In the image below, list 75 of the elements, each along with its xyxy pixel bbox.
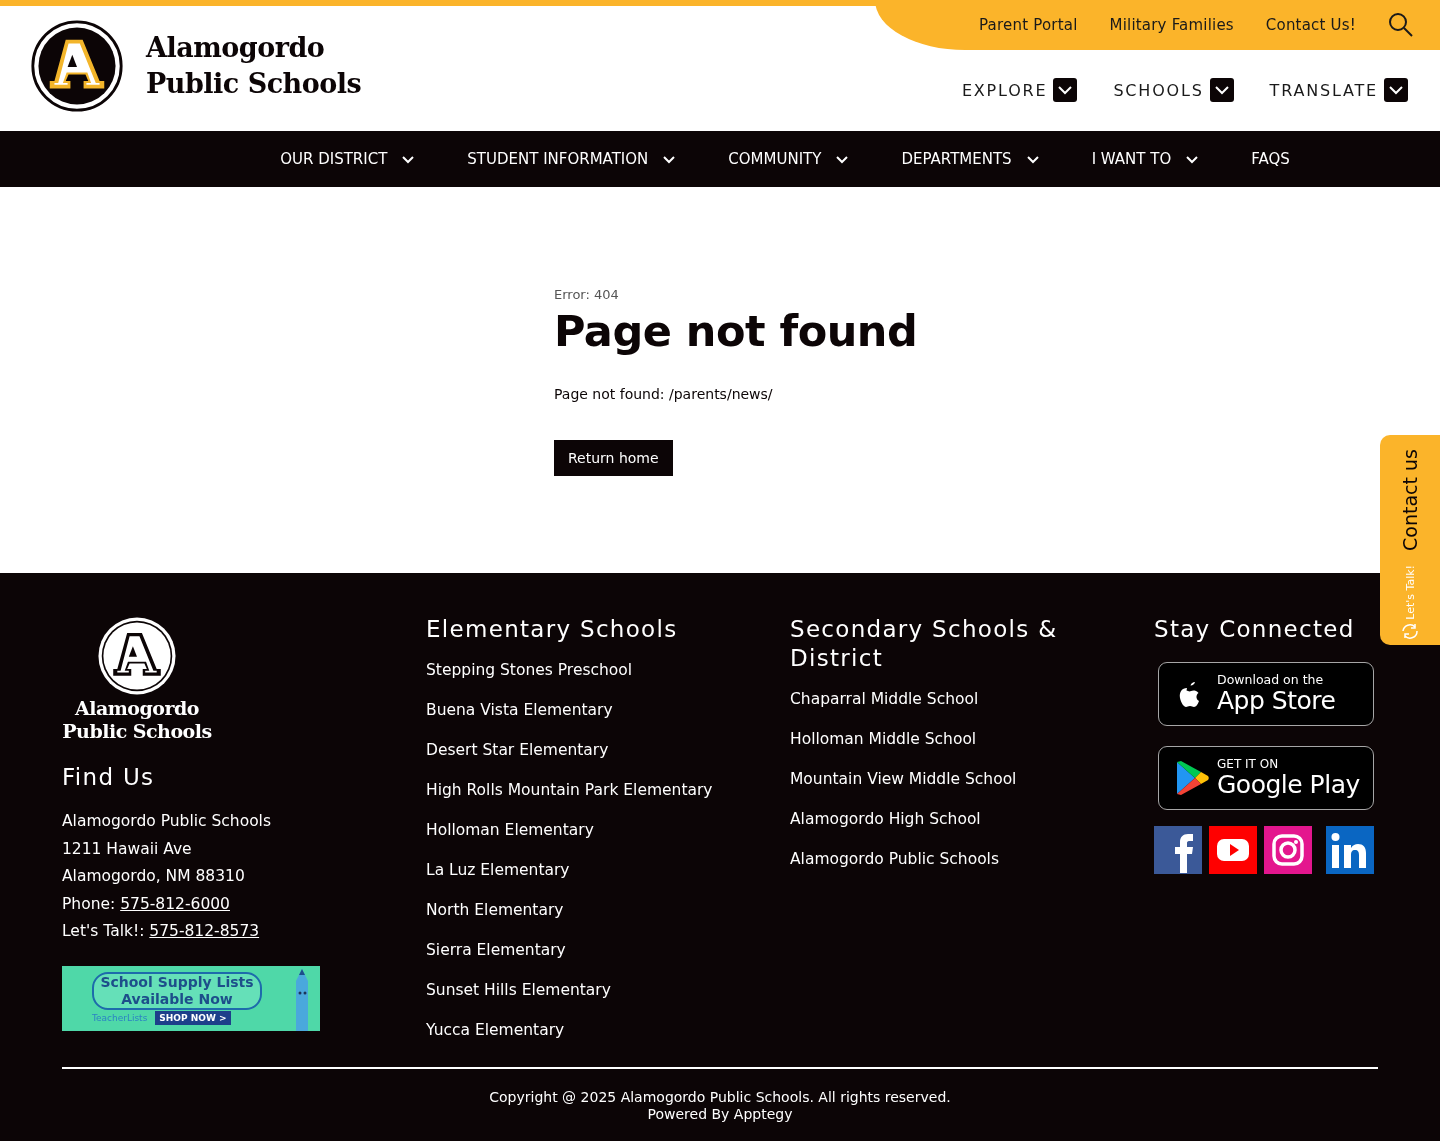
logo-icon <box>30 18 124 113</box>
school-link[interactable]: La Luz Elementary <box>426 860 790 881</box>
contact-label: Contact us <box>1399 449 1421 551</box>
nav-link[interactable]: FAQS <box>1251 150 1290 168</box>
nav-link[interactable]: OUR DISTRICT <box>280 150 416 168</box>
nav-link[interactable]: COMMUNITY <box>728 150 850 168</box>
powered-by-text: Powered By Apptegy <box>646 1106 794 1123</box>
address-line: Alamogordo, NM 88310 <box>62 866 246 887</box>
school-link[interactable]: Alamogordo High School <box>790 809 1154 830</box>
facebook-icon[interactable] <box>1154 826 1202 874</box>
address-line: Alamogordo Public Schools <box>62 811 272 832</box>
school-link[interactable]: Desert Star Elementary <box>426 740 790 761</box>
school-link[interactable]: Holloman Middle School <box>790 729 1154 750</box>
footer-heading: Elementary Schools <box>426 615 678 644</box>
chevron-down-icon <box>1053 78 1078 102</box>
return-home-button[interactable]: Return home <box>554 440 673 476</box>
dropdown-button[interactable]: EXPLORE <box>961 78 1078 102</box>
shop-now-label: SHOP NOW > <box>155 1010 231 1025</box>
banner-brand: TeacherLists <box>92 1012 148 1023</box>
banner-headline: School Supply Lists Available Now <box>92 971 262 1010</box>
utility-link[interactable]: Parent Portal <box>979 16 1078 34</box>
search-icon[interactable] <box>1388 12 1414 38</box>
nav-link[interactable]: STUDENT INFORMATION <box>467 150 677 168</box>
school-link[interactable]: Alamogordo Public Schools <box>790 849 1154 870</box>
error-code: Error: 404 <box>554 287 620 302</box>
phone-label: Phone: <box>62 894 117 913</box>
chevron-down-icon <box>662 153 677 165</box>
school-link[interactable]: Sunset Hills Elementary <box>426 980 790 1001</box>
store-badge[interactable]: GET IT ON Google Play <box>1158 746 1374 810</box>
footer-heading: Stay Connected <box>1154 615 1355 644</box>
utility-link[interactable]: Military Families <box>1109 16 1234 34</box>
refresh-icon <box>1400 621 1420 640</box>
badge-caption: GET IT ON <box>1217 757 1280 771</box>
lets-talk-label: Let's Talk! <box>1403 564 1417 620</box>
badge-title: Google Play <box>1217 771 1360 799</box>
school-link[interactable]: High Rolls Mountain Park Elementary <box>426 780 790 801</box>
chevron-down-icon <box>401 153 416 165</box>
chevron-down-icon <box>1025 153 1040 165</box>
copyright-text: Copyright @ 2025 Alamogordo Public Schools. All rights reserved. <box>488 1089 952 1106</box>
address-line: 1211 Hawaii Ave <box>62 838 193 860</box>
badge-caption: Download on the <box>1217 673 1325 687</box>
dropdown-button[interactable]: TRANSLATE <box>1269 78 1408 102</box>
contact-tab[interactable]: Contact us Let's Talk! <box>1380 435 1440 645</box>
school-link[interactable]: Stepping Stones Preschool <box>426 660 790 681</box>
chevron-down-icon <box>1185 153 1200 165</box>
site-title[interactable]: Alamogordo Public Schools <box>146 29 362 102</box>
camera-icon[interactable] <box>1264 826 1312 874</box>
chevron-down-icon <box>1384 78 1408 102</box>
video-play-icon[interactable] <box>1209 826 1257 874</box>
nav-link[interactable]: DEPARTMENTS <box>901 150 1040 168</box>
linkedin-icon[interactable] <box>1326 826 1374 874</box>
school-link[interactable]: Sierra Elementary <box>426 940 790 961</box>
chevron-down-icon <box>1209 78 1234 102</box>
phone-label: Let's Talk!: <box>62 922 146 940</box>
supply-list-banner[interactable]: School Supply Lists Available Now TeacherLists SHOP NOW > <box>62 965 320 1031</box>
chevron-down-icon <box>835 153 850 165</box>
school-link[interactable]: Holloman Elementary <box>426 820 790 841</box>
nav-link[interactable]: I WANT TO <box>1091 150 1200 168</box>
utility-link[interactable]: Contact Us! <box>1265 16 1356 34</box>
school-link[interactable]: Chaparral Middle School <box>790 689 1154 710</box>
school-link[interactable]: Buena Vista Elementary <box>426 700 790 721</box>
page-heading: Page not found <box>554 306 919 356</box>
dropdown-button[interactable]: SCHOOLS <box>1113 78 1234 102</box>
error-message: Page not found: /parents/news/ <box>554 386 774 402</box>
school-link[interactable]: Mountain View Middle School <box>790 769 1154 790</box>
store-badge[interactable]: Download on the App Store <box>1158 662 1374 726</box>
badge-title: App Store <box>1217 687 1336 715</box>
phone-link[interactable]: 575-812-8573 <box>149 922 260 940</box>
footer-heading: Secondary Schools & District <box>790 615 1059 673</box>
phone-link[interactable]: 575-812-6000 <box>120 894 230 913</box>
school-link[interactable]: Yucca Elementary <box>426 1020 790 1041</box>
footer-heading: Find Us <box>62 763 156 792</box>
footer-logo-text: Alamogordo Public Schools <box>62 697 212 743</box>
school-link[interactable]: North Elementary <box>426 900 790 921</box>
logo-icon <box>96 615 178 697</box>
